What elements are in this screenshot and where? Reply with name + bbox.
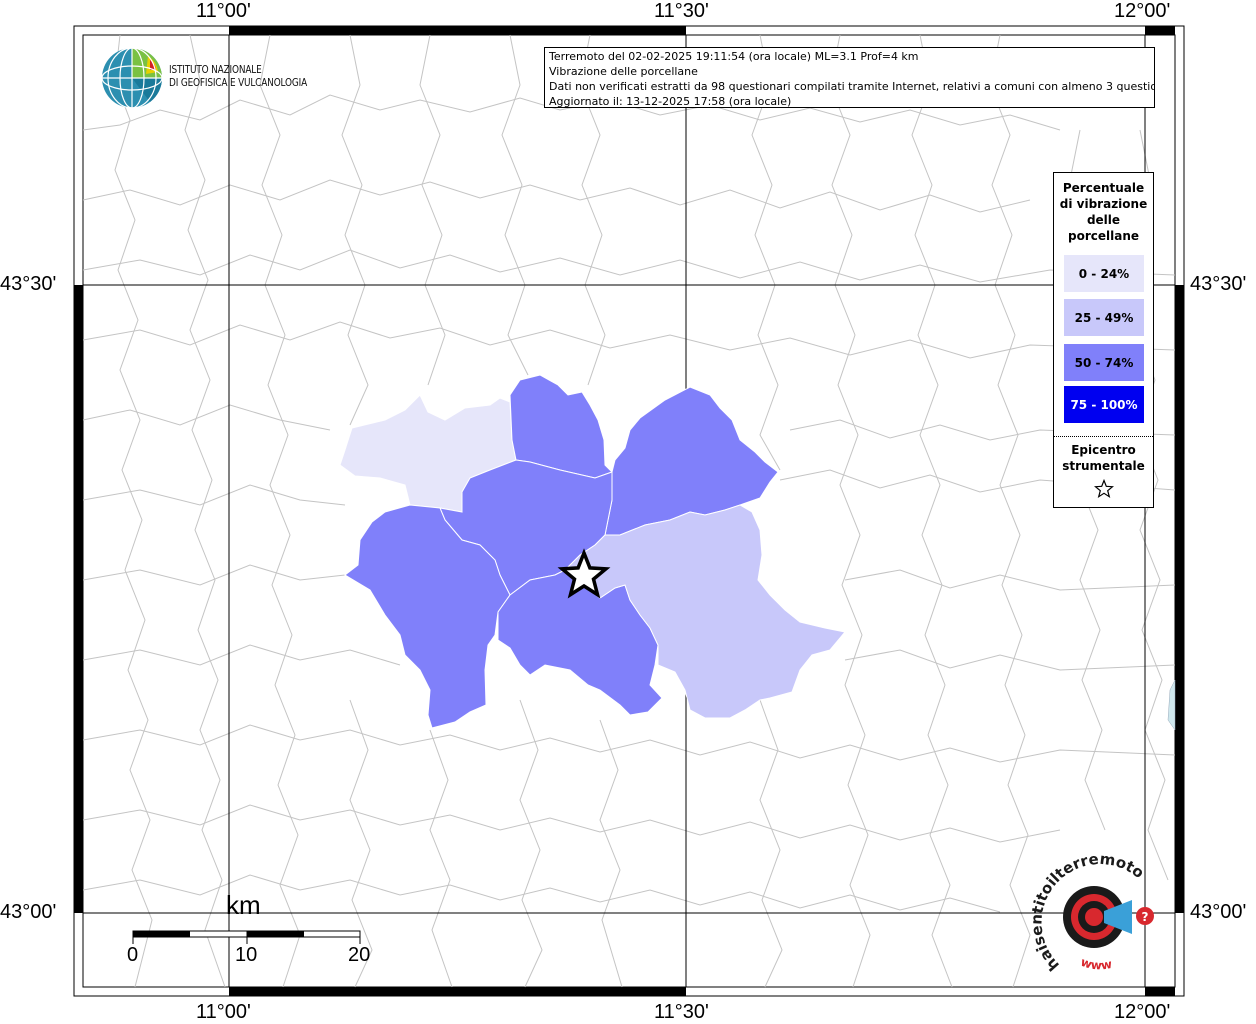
legend-epicenter-line: Epicentro (1071, 443, 1136, 457)
lon-label-bottom-mid: 11°30' (654, 1001, 709, 1023)
legend-star-icon (1094, 479, 1114, 499)
ingv-logo-text: ISTITUTO NAZIONALE DI GEOFISICA E VULCAN… (169, 64, 307, 90)
event-info-line1: Terremoto del 02-02-2025 19:11:54 (ora l… (549, 50, 919, 63)
ingv-logo-line1: ISTITUTO NAZIONALE (169, 64, 262, 76)
legend-epicenter-label: Epicentro strumentale (1054, 442, 1153, 474)
legend-title: Percentuale di vibrazione delle porcella… (1054, 180, 1153, 244)
lat-label-right-bottom: 43°00' (1190, 901, 1247, 923)
legend-class-label: 50 - 74% (1074, 355, 1134, 370)
legend-epicenter-line: strumentale (1062, 459, 1145, 473)
lat-label-left-bottom: 43°00' (0, 901, 57, 923)
legend-class-label: 75 - 100% (1070, 397, 1138, 412)
scale-unit-label: km (226, 890, 261, 920)
svg-text:?: ? (1142, 910, 1149, 924)
event-info-box: Terremoto del 02-02-2025 19:11:54 (ora l… (544, 47, 1155, 108)
legend-title-line: delle (1086, 213, 1121, 227)
legend-title-line: Percentuale (1062, 181, 1145, 195)
lon-label-top-right: 12°00' (1114, 0, 1171, 22)
lat-label-left-top: 43°30' (0, 273, 57, 295)
lon-label-bottom-right: 12°00' (1114, 1001, 1171, 1023)
legend-class-label: 0 - 24% (1078, 266, 1130, 281)
lat-label-right-top: 43°30' (1190, 273, 1247, 295)
intensity-map: ? haisentitoilterremoto.it www (0, 0, 1185, 997)
legend-class-label: 25 - 49% (1074, 310, 1134, 325)
lon-label-top-left: 11°00' (196, 0, 251, 22)
scale-tick-label: 10 (235, 944, 258, 966)
lon-label-top-mid: 11°30' (654, 0, 709, 22)
legend-title-line: porcellane (1067, 229, 1139, 243)
legend-class-2: 50 - 74% (1064, 344, 1144, 381)
event-info-line2: Vibrazione delle porcellane (549, 65, 698, 78)
legend-title-line: di vibrazione (1059, 197, 1148, 211)
ingv-logo-line2: DI GEOFISICA E VULCANOLOGIA (169, 77, 308, 89)
scale-tick-label: 20 (348, 944, 371, 966)
scale-tick-label: 0 (127, 944, 139, 966)
legend-class-1: 25 - 49% (1064, 299, 1144, 336)
legend-separator (1054, 436, 1153, 437)
legend: Percentuale di vibrazione delle porcella… (1053, 172, 1154, 508)
ingv-logo-icon (101, 47, 163, 109)
event-info-line3: Dati non verificati estratti da 98 quest… (549, 80, 1155, 93)
lon-label-bottom-left: 11°00' (196, 1001, 251, 1023)
legend-class-0: 0 - 24% (1064, 255, 1144, 292)
legend-class-3: 75 - 100% (1064, 386, 1144, 423)
event-info-line4: Aggiornato il: 13-12-2025 17:58 (ora loc… (549, 95, 792, 108)
